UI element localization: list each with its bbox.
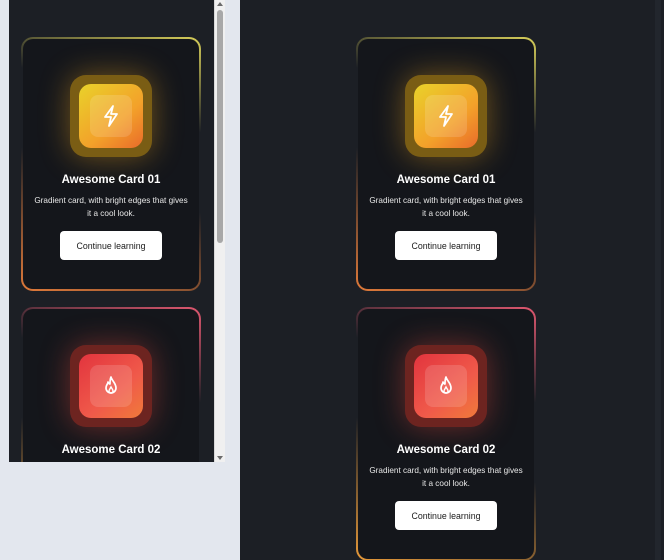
scroll-down-arrow-icon[interactable] xyxy=(217,456,223,460)
card-01-icon-tile xyxy=(79,84,143,148)
left-preview-pane[interactable]: Awesome Card 01 Gradient card, with brig… xyxy=(0,0,225,462)
scroll-up-arrow-icon[interactable] xyxy=(217,2,223,6)
lightning-icon xyxy=(425,95,467,137)
card-02-icon-tile xyxy=(79,354,143,418)
card-02-icon-frame xyxy=(405,345,487,427)
flame-icon xyxy=(90,365,132,407)
left-scrollbar[interactable] xyxy=(214,0,225,462)
card-01: Awesome Card 01 Gradient card, with brig… xyxy=(356,37,536,291)
card-title: Awesome Card 01 xyxy=(396,174,496,186)
card-02-body: Awesome Card 02 Gradient card, with brig… xyxy=(23,309,199,462)
left-gutter xyxy=(0,0,9,462)
card-01-icon-tile xyxy=(414,84,478,148)
continue-learning-button[interactable]: Continue learning xyxy=(395,231,497,260)
card-description: Gradient card, with bright edges that gi… xyxy=(369,466,523,488)
card-01: Awesome Card 01 Gradient card, with brig… xyxy=(21,37,201,291)
card-01-body: Awesome Card 01 Gradient card, with brig… xyxy=(358,39,534,289)
card-title: Awesome Card 02 xyxy=(61,444,161,456)
card-description: Gradient card, with bright edges that gi… xyxy=(34,196,188,218)
card-description: Gradient card, with bright edges that gi… xyxy=(369,196,523,218)
card-02: Awesome Card 02 Gradient card, with brig… xyxy=(356,307,536,560)
card-02-icon-frame xyxy=(70,345,152,427)
card-01-icon-frame xyxy=(405,75,487,157)
continue-learning-button[interactable]: Continue learning xyxy=(395,501,497,530)
card-02-icon-tile xyxy=(414,354,478,418)
card-02: Awesome Card 02 Gradient card, with brig… xyxy=(21,307,201,462)
card-title: Awesome Card 02 xyxy=(396,444,496,456)
right-scrollbar[interactable] xyxy=(651,0,664,560)
scrollbar-thumb[interactable] xyxy=(217,10,223,243)
continue-learning-button[interactable]: Continue learning xyxy=(60,231,162,260)
lightning-icon xyxy=(90,95,132,137)
card-01-icon-frame xyxy=(70,75,152,157)
card-title: Awesome Card 01 xyxy=(61,174,161,186)
right-preview-pane[interactable]: Awesome Card 01 Gradient card, with brig… xyxy=(240,0,651,560)
card-02-body: Awesome Card 02 Gradient card, with brig… xyxy=(358,309,534,559)
card-01-body: Awesome Card 01 Gradient card, with brig… xyxy=(23,39,199,289)
flame-icon xyxy=(425,365,467,407)
scrollbar-track[interactable] xyxy=(655,0,661,560)
